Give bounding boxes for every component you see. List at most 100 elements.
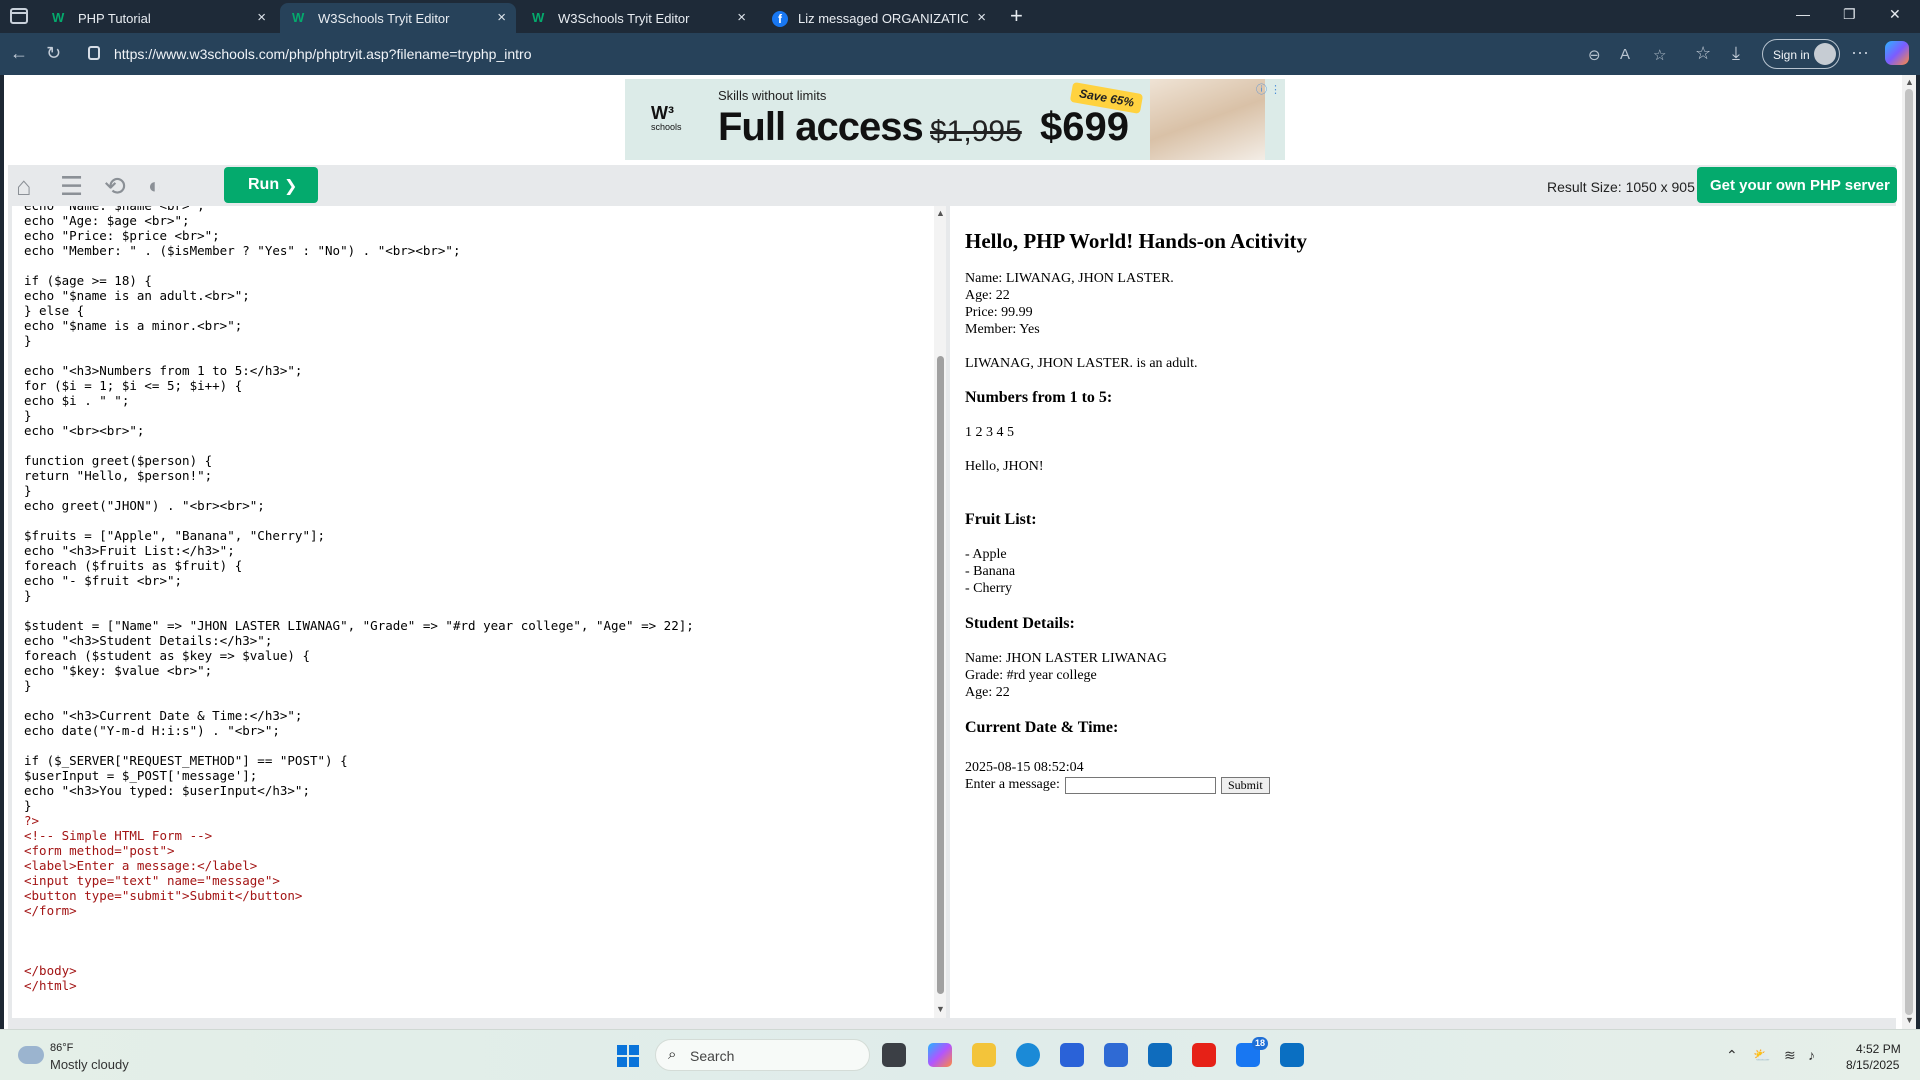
facebook-icon[interactable]: 18: [1236, 1037, 1268, 1067]
refresh-icon[interactable]: ↻: [46, 43, 61, 64]
address-bar[interactable]: https://www.w3schools.com/php/phptryit.a…: [80, 38, 1666, 70]
tab-tryit-editor[interactable]: W W3Schools Tryit Editor ×: [520, 3, 756, 33]
code-line[interactable]: }: [24, 588, 694, 603]
url-text[interactable]: https://www.w3schools.com/php/phptryit.a…: [114, 46, 532, 62]
code-line[interactable]: [24, 738, 694, 753]
code-line[interactable]: <input type="text" name="message">: [24, 873, 694, 888]
copilot-icon[interactable]: [1885, 41, 1909, 65]
code-line[interactable]: echo greet("JHON") . "<br><br>";: [24, 498, 694, 513]
tab-facebook[interactable]: f Liz messaged ORGANIZATION PR ×: [760, 3, 996, 33]
code-line[interactable]: [24, 603, 694, 618]
page-scrollbar[interactable]: ▲ ▼: [1902, 75, 1916, 1029]
code-line[interactable]: echo "- $fruit <br>";: [24, 573, 694, 588]
code-line[interactable]: echo "Member: " . ($isMember ? "Yes" : "…: [24, 243, 694, 258]
close-icon[interactable]: ×: [737, 9, 746, 26]
code-line[interactable]: [24, 438, 694, 453]
code-line[interactable]: echo "<h3>Student Details:</h3>";: [24, 633, 694, 648]
code-scrollbar[interactable]: ▲ ▼: [934, 206, 946, 1018]
code-line[interactable]: echo "$name is an adult.<br>";: [24, 288, 694, 303]
message-input[interactable]: [1065, 777, 1216, 794]
code-text[interactable]: echo "Name: $name <br>";echo "Age: $age …: [24, 206, 694, 993]
code-line[interactable]: foreach ($fruits as $fruit) {: [24, 558, 694, 573]
code-line[interactable]: echo "Price: $price <br>";: [24, 228, 694, 243]
code-line[interactable]: } else {: [24, 303, 694, 318]
code-line[interactable]: echo "<h3>You typed: $userInput</h3>";: [24, 783, 694, 798]
new-tab-icon[interactable]: +: [1010, 4, 1023, 28]
restore-icon[interactable]: ❐: [1843, 6, 1856, 23]
code-line[interactable]: </form>: [24, 903, 694, 918]
code-line[interactable]: [24, 693, 694, 708]
weather-temperature[interactable]: 86°F: [50, 1042, 73, 1054]
code-line[interactable]: foreach ($student as $key => $value) {: [24, 648, 694, 663]
page-scroll-thumb[interactable]: [1905, 89, 1913, 1015]
code-line[interactable]: }: [24, 483, 694, 498]
lock-icon[interactable]: [88, 46, 100, 60]
windows-start-icon[interactable]: [617, 1045, 639, 1067]
code-line[interactable]: function greet($person) {: [24, 453, 694, 468]
code-line[interactable]: <label>Enter a message:</label>: [24, 858, 694, 873]
scroll-down-icon[interactable]: ▼: [1905, 1015, 1914, 1025]
taskbar-search[interactable]: ⌕ Search: [655, 1039, 870, 1071]
code-line[interactable]: }: [24, 678, 694, 693]
sync-icon[interactable]: ⛅: [1753, 1047, 1770, 1064]
code-line[interactable]: }: [24, 333, 694, 348]
store-icon[interactable]: [1104, 1043, 1128, 1067]
volume-icon[interactable]: ♪: [1808, 1047, 1815, 1063]
scroll-up-icon[interactable]: ▲: [936, 208, 945, 218]
file-explorer-icon[interactable]: [972, 1043, 996, 1067]
ad-info-icon[interactable]: ⓘ ⋮: [1256, 81, 1281, 97]
clock-time[interactable]: 4:52 PM: [1856, 1042, 1901, 1056]
code-line[interactable]: echo "Age: $age <br>";: [24, 213, 694, 228]
close-icon[interactable]: ×: [977, 9, 986, 26]
code-line[interactable]: <button type="submit">Submit</button>: [24, 888, 694, 903]
wifi-icon[interactable]: ≋: [1784, 1047, 1796, 1064]
minimize-icon[interactable]: —: [1796, 6, 1810, 22]
code-line[interactable]: [24, 513, 694, 528]
cloud-icon[interactable]: [18, 1046, 44, 1064]
code-line[interactable]: echo "<h3>Fruit List:</h3>";: [24, 543, 694, 558]
code-line[interactable]: echo "$key: $value <br>";: [24, 663, 694, 678]
close-icon[interactable]: ×: [257, 9, 266, 26]
more-icon[interactable]: ···: [1851, 42, 1869, 63]
copilot-app-icon[interactable]: [928, 1043, 952, 1067]
code-line[interactable]: echo "Name: $name <br>";: [24, 206, 694, 213]
code-line[interactable]: ?>: [24, 813, 694, 828]
rotate-layout-icon[interactable]: ⟲: [104, 173, 126, 199]
code-line[interactable]: echo $i . " ";: [24, 393, 694, 408]
code-line[interactable]: [24, 348, 694, 363]
run-button[interactable]: Run ❯: [224, 167, 318, 203]
code-line[interactable]: if ($_SERVER["REQUEST_METHOD"] == "POST"…: [24, 753, 694, 768]
code-line[interactable]: echo date("Y-m-d H:i:s") . "<br>";: [24, 723, 694, 738]
code-line[interactable]: }: [24, 798, 694, 813]
chevron-up-icon[interactable]: ⌃: [1726, 1047, 1738, 1064]
scroll-thumb[interactable]: [937, 356, 944, 994]
edge-icon[interactable]: [1016, 1043, 1040, 1067]
menu-icon[interactable]: ☰: [60, 173, 83, 199]
outlook-icon[interactable]: [1148, 1043, 1172, 1067]
code-line[interactable]: [24, 258, 694, 273]
zoom-icon[interactable]: ⊖: [1588, 46, 1601, 64]
home-icon[interactable]: ⌂: [16, 173, 32, 199]
scroll-down-icon[interactable]: ▼: [936, 1004, 945, 1014]
sign-in-button[interactable]: Sign in: [1762, 39, 1840, 69]
code-line[interactable]: for ($i = 1; $i <= 5; $i++) {: [24, 378, 694, 393]
code-line[interactable]: $userInput = $_POST['message'];: [24, 768, 694, 783]
favorite-star-icon[interactable]: ☆: [1653, 46, 1666, 64]
code-line[interactable]: [24, 933, 694, 948]
code-line[interactable]: echo "<br><br>";: [24, 423, 694, 438]
close-window-icon[interactable]: ✕: [1889, 6, 1901, 23]
task-view-icon[interactable]: [882, 1043, 906, 1067]
code-line[interactable]: <form method="post">: [24, 843, 694, 858]
back-icon[interactable]: ←: [10, 43, 28, 64]
code-line[interactable]: }: [24, 408, 694, 423]
ad-banner[interactable]: W³ schools Skills without limits Full ac…: [625, 79, 1285, 160]
code-editor[interactable]: echo "Name: $name <br>";echo "Age: $age …: [12, 206, 946, 1018]
code-line[interactable]: echo "<h3>Numbers from 1 to 5:</h3>";: [24, 363, 694, 378]
clock-date[interactable]: 8/15/2025: [1846, 1058, 1899, 1072]
code-line[interactable]: $fruits = ["Apple", "Banana", "Cherry"];: [24, 528, 694, 543]
code-line[interactable]: [24, 918, 694, 933]
code-line[interactable]: [24, 948, 694, 963]
code-line[interactable]: $student = ["Name" => "JHON LASTER LIWAN…: [24, 618, 694, 633]
code-line[interactable]: echo "<h3>Current Date & Time:</h3>";: [24, 708, 694, 723]
weather-description[interactable]: Mostly cloudy: [50, 1057, 129, 1072]
